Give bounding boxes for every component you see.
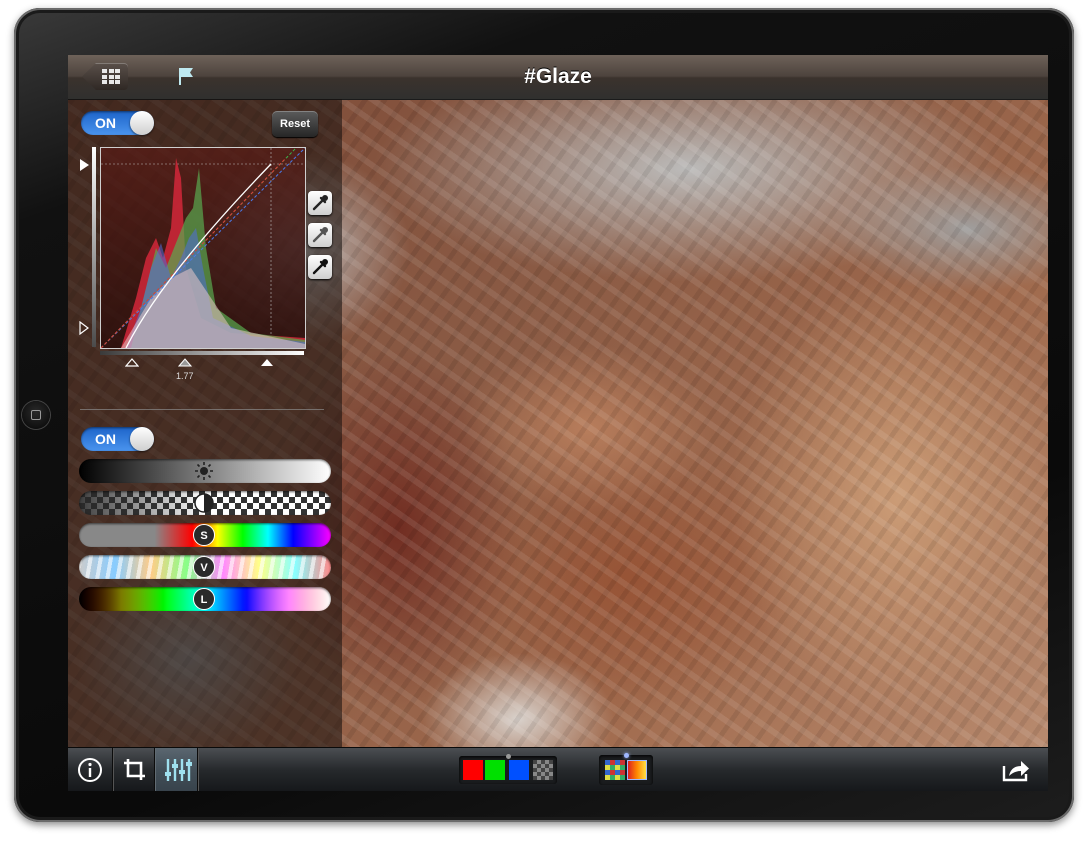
luminance-thumb[interactable]: L	[193, 588, 215, 610]
red-swatch[interactable]	[463, 760, 483, 780]
mosaic-thumb	[605, 760, 625, 780]
input-gradient	[100, 351, 304, 355]
curves-toggle[interactable]: ON	[81, 111, 154, 135]
green-swatch[interactable]	[485, 760, 505, 780]
app-screen: #Glaze ON Reset 1.77 ON S V L	[68, 55, 1048, 791]
info-icon[interactable]	[68, 748, 112, 791]
color-toggle[interactable]: ON	[81, 427, 154, 451]
selection-indicator	[506, 754, 511, 759]
navigation-bar: #Glaze	[68, 55, 1048, 100]
toggle-knob	[130, 427, 154, 451]
toolbar-separator	[197, 748, 198, 791]
brightness-slider[interactable]	[79, 459, 331, 483]
crop-icon[interactable]	[113, 748, 157, 791]
gamma-value: 1.77	[176, 371, 194, 381]
page-title: #Glaze	[524, 65, 592, 88]
gamma-handle[interactable]	[178, 357, 192, 367]
brightness-icon[interactable]	[193, 460, 215, 482]
adjustments-panel: ON Reset 1.77 ON S V L	[68, 99, 342, 747]
flag-icon[interactable]	[175, 65, 197, 87]
ipad-frame: #Glaze ON Reset 1.77 ON S V L	[14, 8, 1074, 822]
white-point-handle[interactable]	[260, 357, 274, 367]
curves-toggle-label: ON	[95, 115, 116, 131]
gallery-back-button[interactable]	[82, 63, 128, 90]
reset-button[interactable]: Reset	[272, 111, 318, 137]
output-gradient	[92, 147, 96, 347]
color-toggle-label: ON	[95, 431, 116, 447]
eyedropper-black-icon[interactable]	[308, 191, 332, 215]
contrast-slider[interactable]	[79, 491, 331, 515]
adjust-sliders-icon[interactable]	[155, 748, 199, 791]
grid-icon	[102, 69, 120, 84]
output-black-marker[interactable]	[79, 321, 89, 335]
saturation-letter: S	[200, 530, 208, 542]
vibrance-letter: V	[200, 562, 208, 574]
filter-preset-thumbnail[interactable]	[599, 753, 653, 785]
bottom-toolbar	[68, 747, 1048, 791]
blue-swatch[interactable]	[509, 760, 529, 780]
selection-indicator	[624, 753, 629, 758]
luminance-letter: L	[200, 594, 208, 606]
vibrance-slider[interactable]: V	[79, 555, 331, 579]
color-channel-swatches[interactable]	[459, 754, 557, 784]
contrast-icon[interactable]	[193, 492, 215, 514]
output-white-marker[interactable]	[80, 159, 89, 171]
curves-histogram[interactable]	[100, 147, 306, 349]
histogram-graph	[100, 147, 306, 349]
eyedropper-white-icon[interactable]	[308, 255, 332, 279]
saturation-slider[interactable]: S	[79, 523, 331, 547]
saturation-thumb[interactable]: S	[193, 524, 215, 546]
toggle-knob	[130, 111, 154, 135]
share-icon[interactable]	[994, 748, 1038, 791]
gradient-thumb	[627, 760, 647, 780]
alpha-swatch[interactable]	[533, 760, 553, 780]
eyedropper-gray-icon[interactable]	[308, 223, 332, 247]
vibrance-thumb[interactable]: V	[193, 556, 215, 578]
luminance-slider[interactable]: L	[79, 587, 331, 611]
panel-divider	[80, 409, 324, 410]
home-button[interactable]	[22, 401, 50, 429]
black-point-handle[interactable]	[125, 357, 139, 367]
